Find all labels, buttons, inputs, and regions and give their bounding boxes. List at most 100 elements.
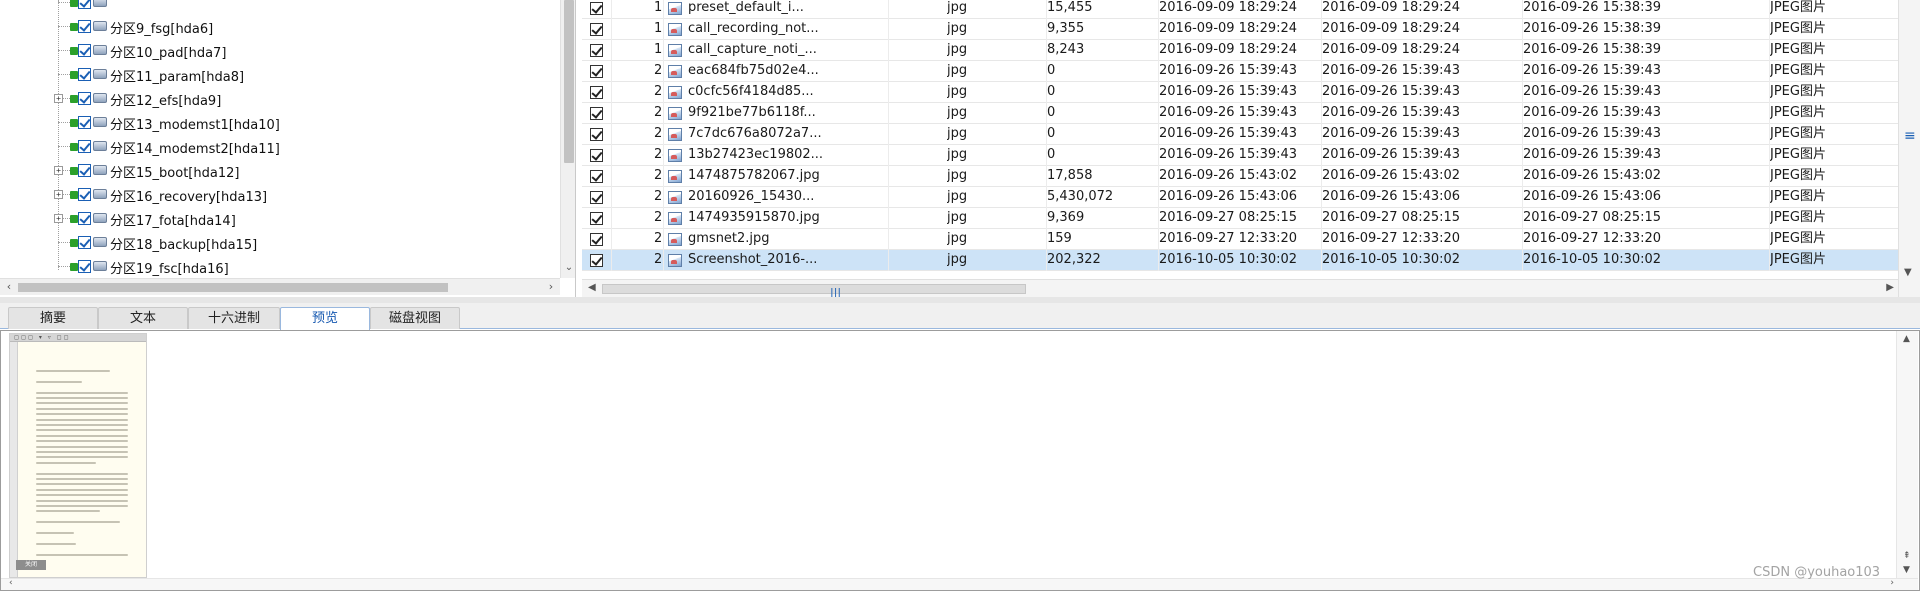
scroll-right-icon[interactable]: › (544, 280, 558, 293)
table-row[interactable]: 17 preset_default_i... jpg 15,455 2016-09-09… (582, 0, 1898, 19)
tree-item[interactable]: + 分区12_efs[hda9] (0, 86, 560, 110)
tree-vertical-scroll-thumb[interactable] (564, 0, 574, 163)
row-checkbox[interactable] (590, 86, 603, 99)
modified-time: 2016-09-09 18:29:24 (1322, 0, 1461, 15)
scroll-left-icon[interactable]: ◀ (588, 282, 596, 293)
table-row[interactable]: 19 call_capture_noti_... jpg 8,243 2016-09-0… (582, 40, 1898, 61)
tree-item[interactable]: + 分区17_fota[hda14] (0, 206, 560, 230)
expand-plus-icon[interactable]: + (54, 214, 63, 223)
row-checkbox[interactable] (590, 128, 603, 141)
modified-time: 2016-09-09 18:29:24 (1322, 42, 1461, 57)
tree-item-label: 分区9_fsg[hda6] (110, 22, 214, 37)
created-time-cell: 2016-09-09 18:29:24 (1159, 0, 1322, 19)
table-row[interactable]: 23 7c7dc676a8072a7... jpg 0 2016-09-26 15:39… (582, 124, 1898, 145)
row-checkbox[interactable] (590, 170, 603, 183)
table-row[interactable]: 20 eac684fb75d02e4... jpg 0 2016-09-26 15:39… (582, 61, 1898, 82)
expand-plus-icon[interactable]: + (54, 190, 63, 199)
created-time-cell: 2016-09-26 15:39:43 (1159, 103, 1322, 124)
tree-item[interactable]: 分区10_pad[hda7] (0, 38, 560, 62)
tree-item[interactable] (0, 0, 560, 14)
file-size: 0 (1047, 84, 1056, 99)
tree-item-checkbox[interactable] (78, 140, 91, 153)
table-row[interactable]: 27 1474935915870.jpg jpg 9,369 2016-09-27 08… (582, 208, 1898, 229)
scroll-right-icon[interactable]: ▶ (1886, 282, 1894, 293)
tree-item[interactable]: 分区11_param[hda8] (0, 62, 560, 86)
tree-item-checkbox[interactable] (78, 68, 91, 81)
row-checkbox[interactable] (590, 191, 603, 204)
row-checkbox[interactable] (590, 107, 603, 120)
tree-item-checkbox[interactable] (78, 92, 91, 105)
tree-item-checkbox[interactable] (78, 260, 91, 273)
tree-vertical-scrollbar[interactable]: ⌄ (560, 0, 575, 278)
table-row[interactable]: 21 c0cfc56f4184d85... jpg 0 2016-09-26 15:39… (582, 82, 1898, 103)
table-row[interactable]: 18 call_recording_not... jpg 9,355 2016-09-0… (582, 19, 1898, 40)
tree-item[interactable]: + 分区15_boot[hda12] (0, 158, 560, 182)
preview-vertical-scrollbar[interactable]: ▲ ⇞ ▼ (1896, 331, 1918, 578)
row-checkbox[interactable] (590, 233, 603, 246)
tree-item-checkbox[interactable] (78, 116, 91, 129)
tab-disk-view[interactable]: 磁盘视图 (370, 307, 460, 329)
file-type: jpg (947, 147, 968, 162)
scroll-left-icon[interactable]: ‹ (2, 280, 16, 293)
tree-horizontal-scroll-thumb[interactable] (18, 283, 448, 292)
table-row[interactable]: 29 Screenshot_2016-... jpg 202,322 2016-10-0… (582, 250, 1898, 271)
table-horizontal-scrollbar[interactable]: ◀ ||| ▶ (582, 279, 1898, 297)
preview-close-button[interactable]: 关闭 (16, 560, 46, 570)
image-preview-thumbnail[interactable]: ◻◻◻ ▾ ▿ ◻◻ 关闭 (9, 333, 147, 578)
table-row[interactable]: 22 9f921be77b6118f... jpg 0 2016-09-26 15:39… (582, 103, 1898, 124)
tree-item[interactable]: + 分区16_recovery[hda13] (0, 182, 560, 206)
file-size: 5,430,072 (1047, 189, 1114, 204)
tree-item[interactable]: 分区9_fsg[hda6] (0, 14, 560, 38)
file-name-cell: 9f921be77b6118f... (664, 103, 889, 124)
tree-item-checkbox[interactable] (78, 20, 91, 33)
tree-item[interactable]: 分区19_fsc[hda16] (0, 254, 560, 278)
tree-item-checkbox[interactable] (78, 188, 91, 201)
table-horizontal-scroll-thumb[interactable]: ||| (602, 284, 1026, 297)
tab-hex[interactable]: 十六进制 (188, 307, 280, 329)
row-checkbox[interactable] (590, 2, 603, 15)
scroll-right-icon[interactable]: › (1890, 578, 1894, 588)
image-file-icon (668, 191, 682, 204)
row-checkbox[interactable] (590, 212, 603, 225)
preview-horizontal-scrollbar[interactable]: ‹ › (1, 578, 1918, 590)
tree-item[interactable]: 分区18_backup[hda15] (0, 230, 560, 254)
table-row[interactable]: 26 20160926_15430... jpg 5,430,072 2016-09-2… (582, 187, 1898, 208)
scroll-down-icon[interactable]: ▼ (1904, 267, 1912, 278)
scroll-up-icon[interactable]: ▲ (1903, 334, 1910, 344)
expand-plus-icon[interactable]: + (54, 166, 63, 175)
table-row[interactable]: 25 1474875782067.jpg jpg 17,858 2016-09-26 1… (582, 166, 1898, 187)
expand-plus-icon[interactable]: + (54, 94, 63, 103)
row-checkbox[interactable] (590, 149, 603, 162)
file-size: 0 (1047, 63, 1056, 78)
row-checkbox[interactable] (590, 44, 603, 57)
image-file-icon (668, 128, 682, 141)
table-vertical-scrollbar[interactable]: ≡ ▼ (1898, 0, 1920, 297)
created-time-cell: 2016-09-26 15:39:43 (1159, 61, 1322, 82)
tree-item-label: 分区11_param[hda8] (110, 70, 245, 85)
tree-item-checkbox[interactable] (78, 44, 91, 57)
scroll-down-icon[interactable]: ▼ (1903, 565, 1910, 575)
tree-item[interactable]: 分区14_modemst2[hda11] (0, 134, 560, 158)
document-line (36, 499, 128, 502)
tree-item[interactable]: 分区13_modemst1[hda10] (0, 110, 560, 134)
tree-item-checkbox[interactable] (78, 212, 91, 225)
row-checkbox[interactable] (590, 254, 603, 267)
tree-item-checkbox[interactable] (78, 236, 91, 249)
row-checkbox[interactable] (590, 65, 603, 78)
tab-preview[interactable]: 预览 (280, 307, 370, 330)
tree-item-checkbox[interactable] (78, 0, 91, 9)
modified-time-cell: 2016-09-09 18:29:24 (1322, 40, 1523, 61)
scroll-left-icon[interactable]: ‹ (9, 578, 13, 588)
row-index-cell: 28 (612, 229, 664, 250)
table-row[interactable]: 28 gmsnet2.jpg jpg 159 2016-09-27 12:33:20 20… (582, 229, 1898, 250)
scroll-down-icon[interactable]: ⌄ (561, 262, 575, 276)
row-checkbox[interactable] (590, 23, 603, 36)
scroll-grip-icon[interactable]: ≡ (1904, 128, 1916, 144)
tab-summary[interactable]: 摘要 (8, 307, 98, 329)
scroll-to-top-icon[interactable]: ⇞ (1903, 551, 1911, 561)
tree-horizontal-scrollbar[interactable]: ‹ › (0, 278, 560, 295)
tree-item-checkbox[interactable] (78, 164, 91, 177)
modified-time: 2016-09-27 08:25:15 (1322, 210, 1461, 225)
table-row[interactable]: 24 13b27423ec19802... jpg 0 2016-09-26 15:39… (582, 145, 1898, 166)
tab-text[interactable]: 文本 (98, 307, 188, 329)
